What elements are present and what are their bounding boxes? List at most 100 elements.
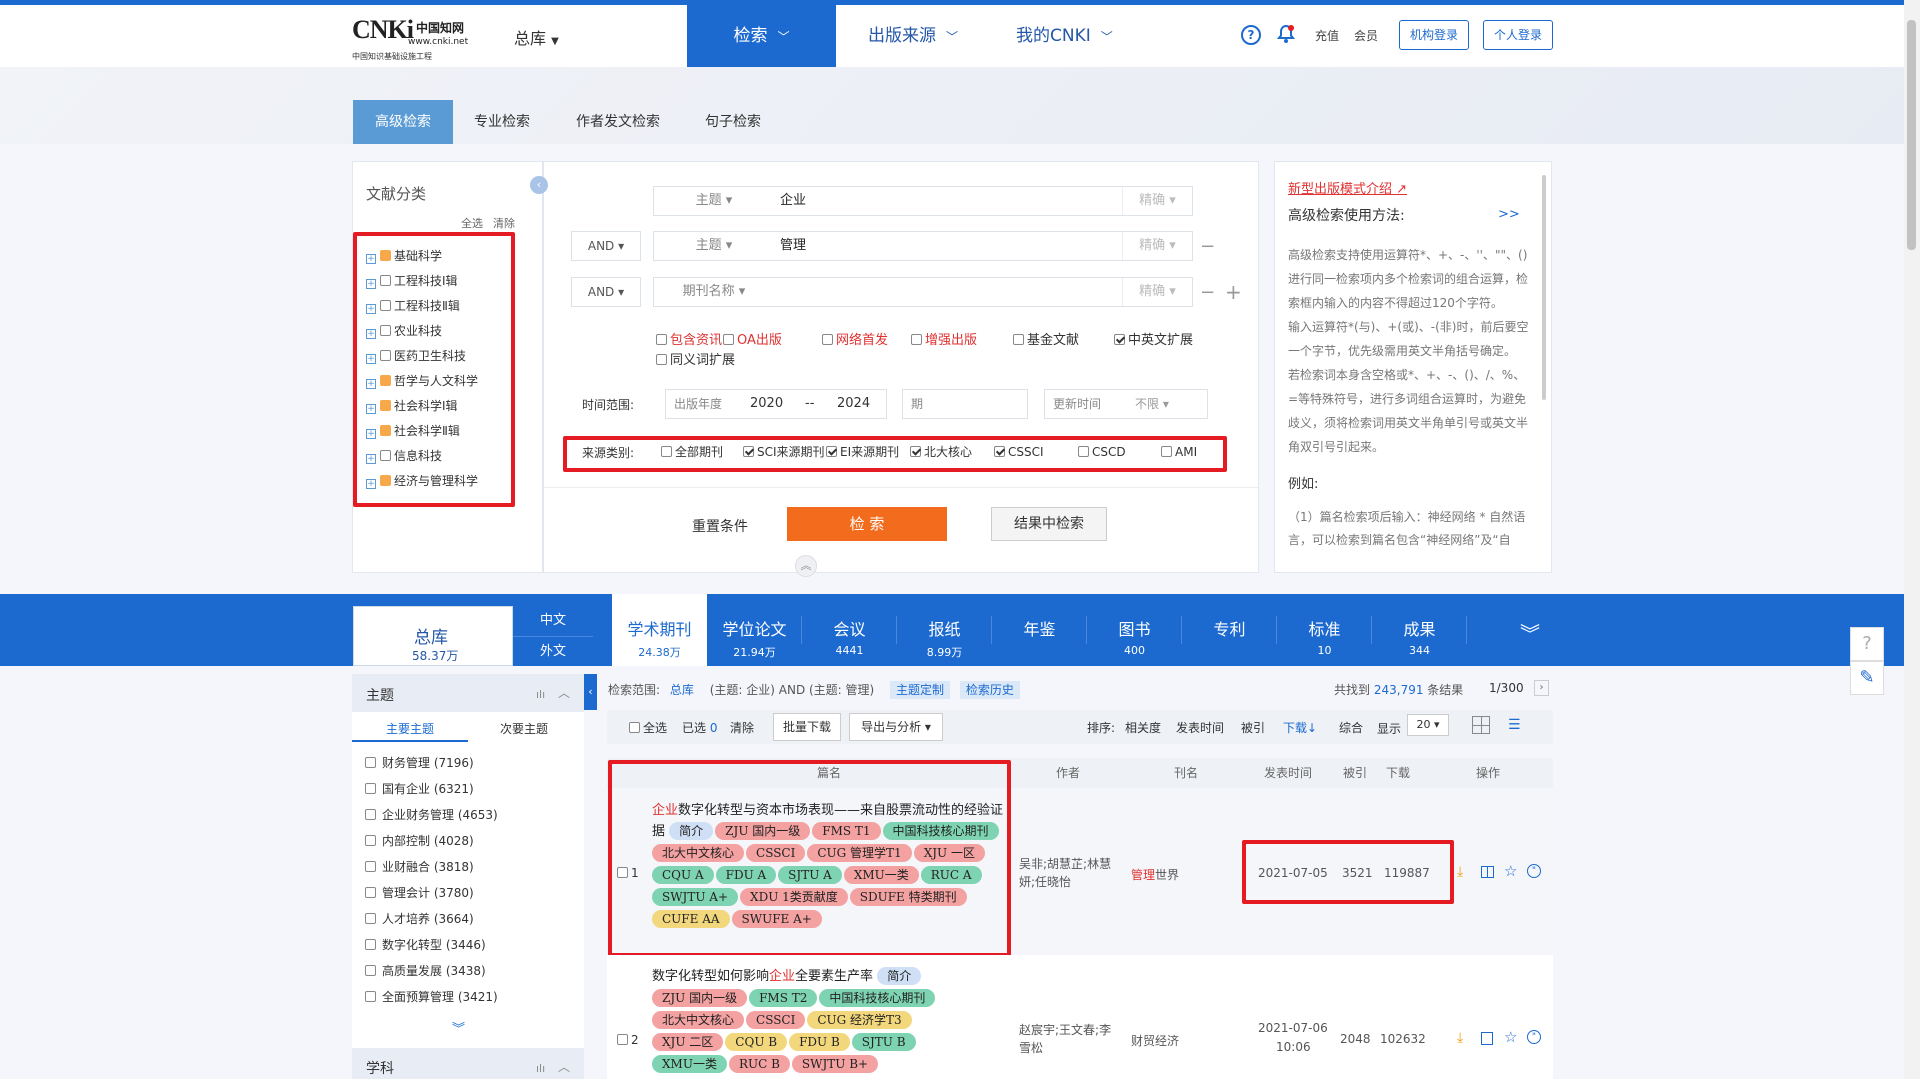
favorite-icon[interactable]: ☆ [1504, 1028, 1517, 1046]
db-tab[interactable]: 标准 10 [1277, 594, 1372, 666]
collapse-left-icon[interactable]: ‹ [530, 176, 548, 194]
scope-value[interactable]: 总库 [670, 683, 694, 697]
option-item[interactable]: 网络首发 [822, 332, 888, 350]
query-row-3[interactable]: 期刊名称 ▾ 精确 ▾ [653, 277, 1193, 307]
facet-item[interactable]: 全面预算管理 (3421) [365, 988, 498, 1005]
lang-zh-button[interactable]: 中文 [513, 606, 593, 636]
export-analysis-button[interactable]: 导出与分析 ▾ [849, 713, 943, 741]
checkbox[interactable] [1114, 334, 1125, 345]
result-row-1-journal[interactable]: 管理世界 [1131, 866, 1179, 883]
list-view-icon[interactable]: ☰ [1508, 716, 1526, 734]
reset-button[interactable]: 重置条件 [692, 516, 748, 536]
minus-icon[interactable]: − [1200, 236, 1215, 257]
journal-tag[interactable]: SWJTU B+ [791, 1055, 879, 1073]
facet-panel-toggle[interactable]: ‹ [584, 674, 597, 710]
checkbox[interactable] [656, 334, 667, 345]
result-title-link[interactable]: 数字化转型如何影响 [652, 969, 769, 984]
option-item[interactable]: 基金文献 [1013, 332, 1079, 350]
checkbox[interactable] [822, 334, 833, 345]
classification-clear[interactable]: 清除 [493, 215, 515, 231]
facet-item[interactable]: 内部控制 (4028) [365, 832, 474, 849]
quote-icon[interactable]: " [1527, 864, 1541, 878]
year-to[interactable]: 2024 [837, 390, 870, 418]
result-row-1-authors[interactable]: 吴非;胡慧芷;林慧妍;任晓怡 [1019, 855, 1119, 891]
tab-sentence-search[interactable]: 句子检索 [693, 100, 773, 144]
journal-tag[interactable]: 北大中文核心 [652, 1011, 745, 1029]
option-item[interactable]: OA出版 [723, 332, 782, 350]
sort-option[interactable]: 相关度 [1125, 719, 1161, 736]
read-icon[interactable] [1481, 866, 1494, 878]
year-range[interactable]: 出版年度 2020 -- 2024 [665, 389, 887, 419]
checkbox[interactable] [723, 334, 734, 345]
bool-operator-select[interactable]: AND ▾ [571, 277, 641, 307]
option-item[interactable]: 包含资讯 [656, 332, 722, 350]
bool-operator-select[interactable]: AND ▾ [571, 231, 641, 261]
journal-tag[interactable]: XJU 二区 [652, 1033, 724, 1051]
nav-my-cnki[interactable]: 我的CNKI ﹀ [1016, 5, 1113, 67]
facet-item[interactable]: 业财融合 (3818) [365, 858, 474, 875]
query-row-2[interactable]: 主题 ▾ 管理 精确 ▾ [653, 231, 1193, 261]
checkbox[interactable] [1013, 334, 1024, 345]
result-row-2-cited[interactable]: 2048 [1340, 1032, 1371, 1046]
total-db-box[interactable]: 总库 58.37万 [353, 606, 513, 666]
checkbox[interactable] [629, 722, 640, 733]
bell-icon[interactable] [1276, 24, 1296, 44]
journal-tag[interactable]: CQU B [725, 1033, 788, 1051]
select-all-results[interactable]: 全选 [629, 719, 667, 736]
tab-professional-search[interactable]: 专业检索 [462, 100, 542, 144]
intro-tag[interactable]: 简介 [877, 967, 922, 985]
checkbox[interactable] [656, 354, 667, 365]
cnki-logo[interactable]: CNKi 中国知网 www.cnki.net 中国知识基础设施工程 [352, 15, 482, 63]
clear-selection[interactable]: 清除 [730, 719, 754, 736]
facet-item[interactable]: 国有企业 (6321) [365, 780, 474, 797]
expand-tabs-icon[interactable]: ︾ [1520, 618, 1540, 647]
tab-author-search[interactable]: 作者发文检索 [563, 100, 673, 144]
facet-collapse-icon[interactable]: ︿ [558, 1058, 570, 1075]
recharge-link[interactable]: 充值 [1315, 27, 1339, 44]
minus-icon[interactable]: − [1200, 282, 1215, 303]
db-tab[interactable]: 年鉴 [992, 594, 1087, 666]
result-title-link[interactable]: 全要素生产率 [795, 969, 873, 984]
classification-select-all[interactable]: 全选 [461, 215, 483, 231]
journal-tag[interactable]: XMU一类 [652, 1055, 727, 1073]
checkbox[interactable] [911, 334, 922, 345]
page-size-select[interactable]: 20 ▾ [1407, 714, 1449, 736]
precision-select[interactable]: 精确 ▾ [1122, 278, 1192, 306]
db-tab[interactable]: 图书 400 [1087, 594, 1182, 666]
journal-tag[interactable]: RUC B [728, 1055, 790, 1073]
facet-item[interactable]: 财务管理 (7196) [365, 754, 474, 771]
read-icon[interactable] [1481, 1032, 1493, 1045]
new-publishing-link[interactable]: 新型出版模式介绍 ↗ [1288, 178, 1407, 197]
personal-login-button[interactable]: 个人登录 [1483, 20, 1553, 50]
sort-option[interactable]: 被引 [1241, 719, 1265, 736]
collapse-up-icon[interactable]: ︽ [795, 555, 817, 577]
nav-search[interactable]: 检索 ﹀ [687, 5, 836, 67]
facet-tab-main[interactable]: 主要主题 [386, 720, 434, 737]
journal-tag[interactable]: SJTU B [851, 1033, 916, 1051]
help-more-link[interactable]: >> [1498, 207, 1520, 222]
checkbox[interactable] [365, 757, 376, 768]
edit-icon[interactable]: ✎ [1850, 661, 1884, 695]
search-in-results-button[interactable]: 结果中检索 [991, 507, 1107, 541]
grid-view-icon[interactable] [1472, 716, 1490, 734]
result-row-2-authors[interactable]: 赵宸宇;王文春;李雪松 [1019, 1021, 1119, 1057]
facet-item[interactable]: 高质量发展 (3438) [365, 962, 486, 979]
db-tab[interactable]: 学术期刊 24.38万 [612, 594, 707, 666]
result-row-2-downloads[interactable]: 102632 [1380, 1032, 1426, 1046]
checkbox[interactable] [365, 965, 376, 976]
update-time-field[interactable]: 更新时间 不限 ▾ [1044, 389, 1208, 419]
journal-tag[interactable]: CSSCI [746, 1011, 806, 1029]
download-icon[interactable]: ⤓ [1457, 1030, 1463, 1046]
option-item[interactable]: 中英文扩展 [1114, 332, 1193, 350]
db-tab[interactable]: 会议 4441 [802, 594, 897, 666]
lang-foreign-button[interactable]: 外文 [513, 636, 593, 666]
db-select[interactable]: 总库 ▼ [514, 25, 559, 49]
option-item[interactable]: 增强出版 [911, 332, 977, 350]
facet-chart-icon[interactable]: ılı [536, 1062, 545, 1075]
keyword-highlight[interactable]: 企业 [769, 969, 795, 984]
query-row-1[interactable]: 主题 ▾ 企业 精确 ▾ [653, 186, 1193, 216]
checkbox[interactable] [365, 861, 376, 872]
checkbox[interactable] [365, 835, 376, 846]
batch-download-button[interactable]: 批量下载 [773, 713, 841, 741]
journal-tag[interactable]: 中国科技核心期刊 [819, 989, 936, 1007]
